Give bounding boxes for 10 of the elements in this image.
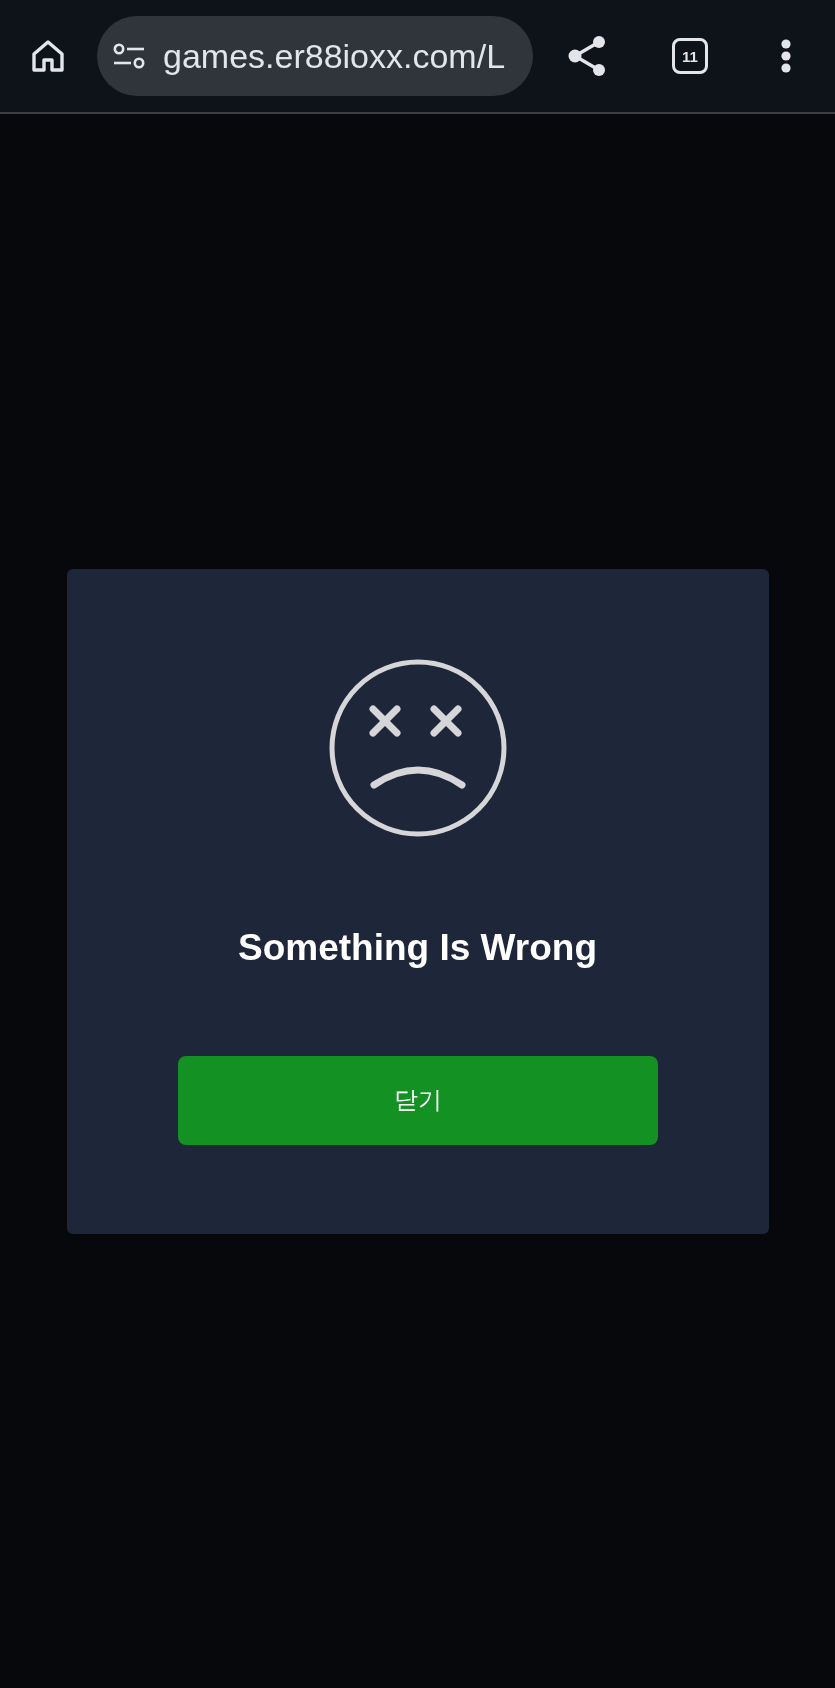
menu-icon[interactable] [781, 39, 791, 73]
sad-face-icon [328, 658, 507, 837]
tab-count-button[interactable]: 11 [672, 38, 708, 74]
address-bar[interactable]: games.er88ioxx.com/L [97, 16, 533, 96]
close-button[interactable]: 닫기 [177, 1055, 658, 1145]
home-icon[interactable] [31, 39, 65, 73]
dialog-title: Something Is Wrong [237, 925, 597, 970]
sliders-icon[interactable] [113, 43, 145, 69]
share-icon[interactable] [568, 36, 606, 76]
url-text: games.er88ioxx.com/L [163, 36, 506, 76]
